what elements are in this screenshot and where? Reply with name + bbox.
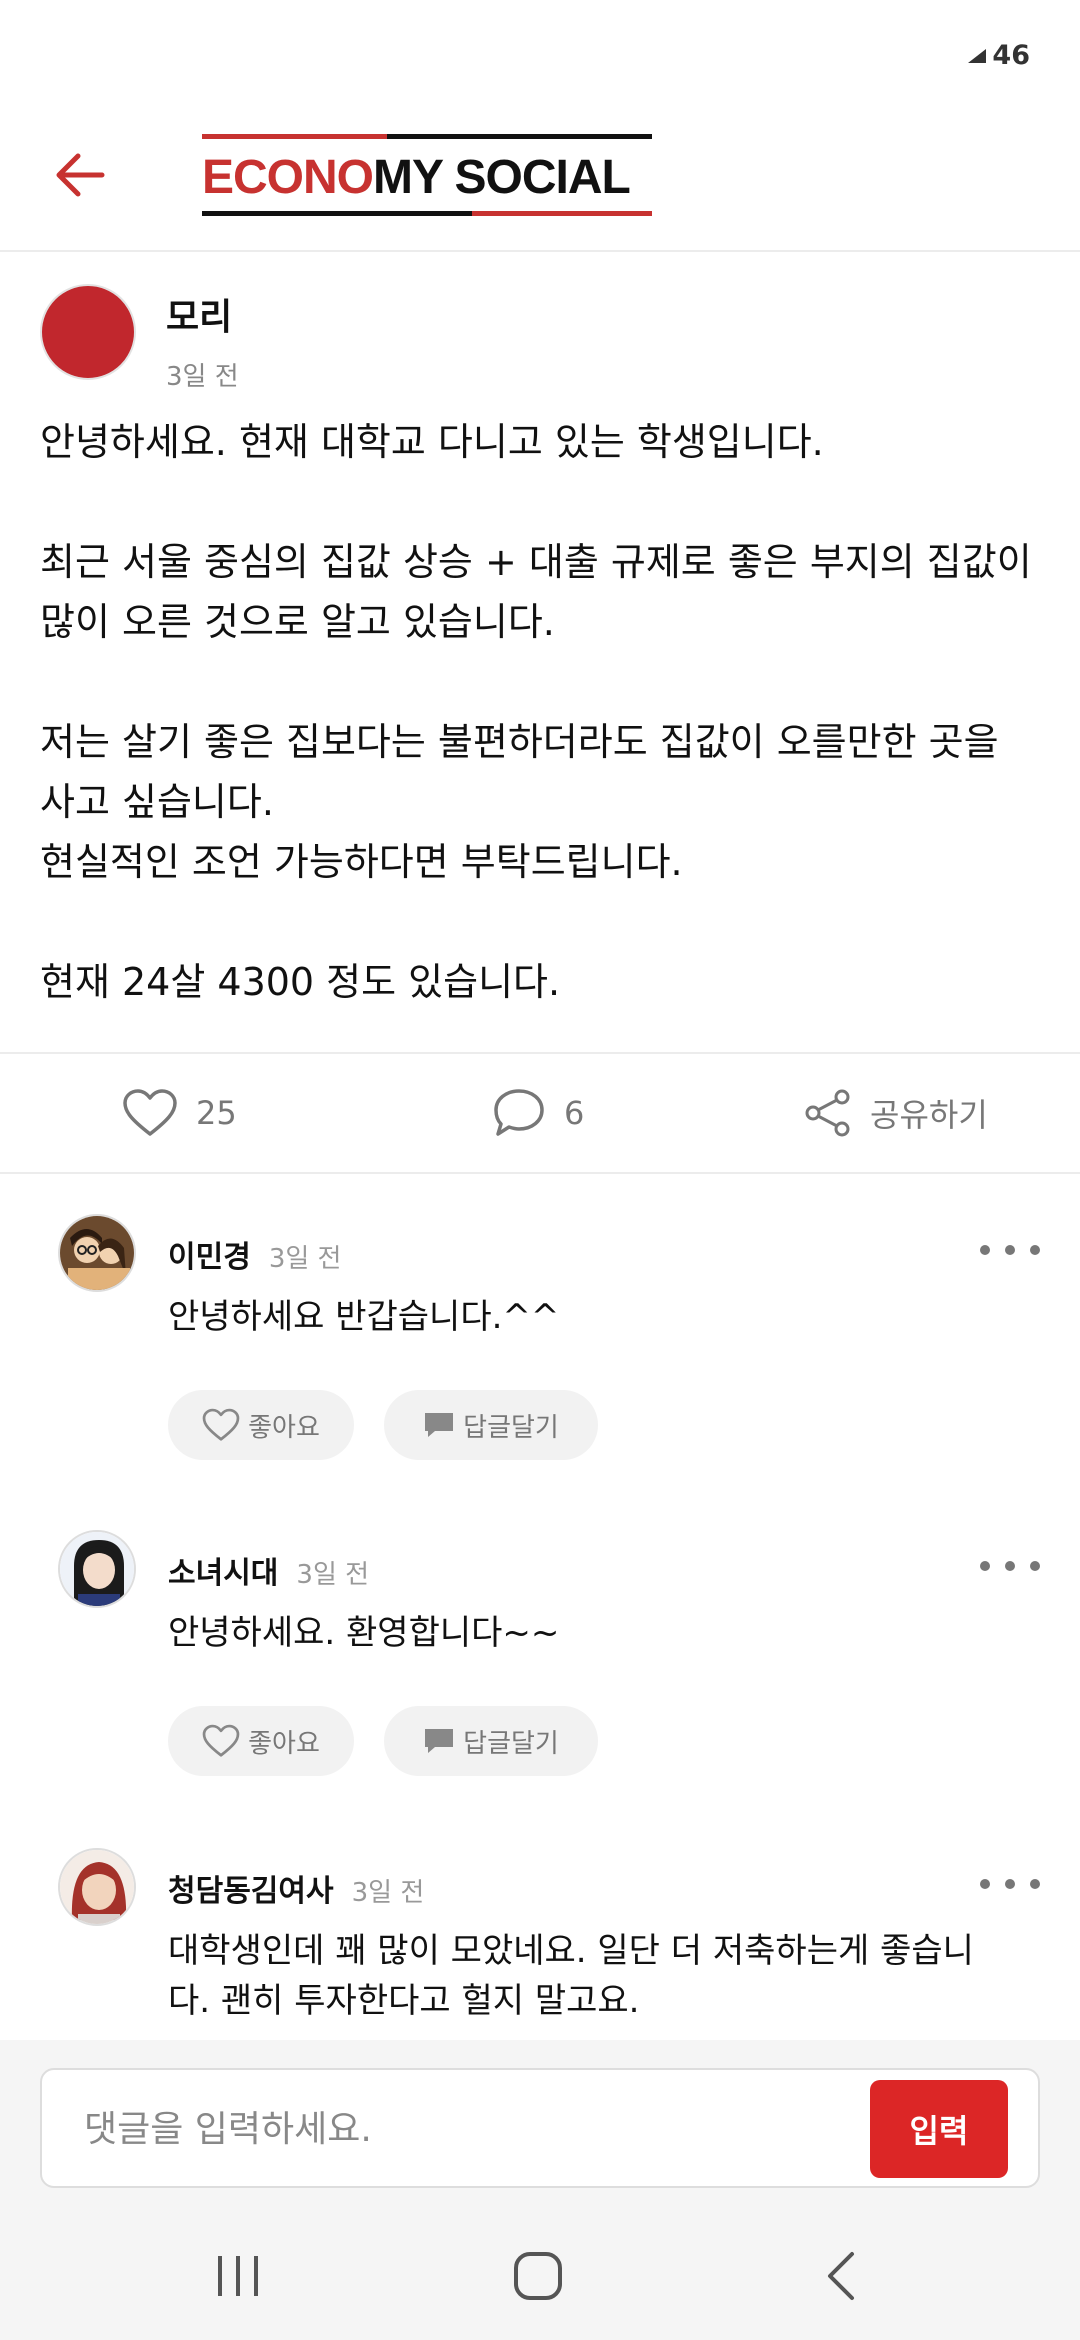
signal-label: 46 (992, 40, 1030, 71)
share-icon (805, 1089, 850, 1137)
signal-indicator: 46 (966, 40, 1030, 71)
back-arrow-icon (56, 153, 105, 197)
like-button[interactable]: 25 (122, 1054, 237, 1172)
chat-icon (425, 1729, 454, 1753)
commenter-avatar[interactable] (58, 1214, 136, 1292)
comment-time: 3일 전 (296, 1560, 370, 1590)
post-action-bar: 25 6 공유하기 (0, 1052, 1080, 1174)
recent-apps-button[interactable] (198, 2236, 278, 2316)
back-button[interactable] (50, 145, 110, 205)
author-avatar[interactable] (40, 284, 136, 380)
post-paragraph: 최근 서울 중심의 집값 상승 + 대출 규제로 좋은 부지의 집값이 많이 오… (40, 540, 1032, 644)
commenter-avatar[interactable] (58, 1530, 136, 1608)
comment-input-box: 입력 (40, 2068, 1040, 2188)
home-button[interactable] (498, 2236, 578, 2316)
share-button[interactable]: 공유하기 (804, 1054, 988, 1172)
post-paragraph: 현재 24살 4300 정도 있습니다. (40, 960, 561, 1004)
like-count: 25 (196, 1094, 237, 1132)
commenter-avatar[interactable] (58, 1848, 136, 1926)
comment-text: 안녕하세요. 환영합니다~~ (168, 1613, 560, 1653)
heart-icon (202, 1408, 240, 1441)
chat-icon (425, 1413, 454, 1437)
logo-econo: ECONO (202, 150, 374, 204)
comment-count: 6 (564, 1094, 585, 1132)
comment-input-area: 입력 (0, 2040, 1080, 2206)
status-bar: 46 (0, 0, 1080, 120)
post-paragraph: 현실적인 조언 가능하다면 부탁드립니다. (40, 840, 683, 884)
logo-rest: MY SOCIAL (373, 150, 631, 204)
share-label: 공유하기 (870, 1096, 988, 1134)
like-label: 좋아요 (248, 1728, 320, 1759)
more-options-button[interactable] (980, 1866, 1040, 1902)
post-time: 3일 전 (166, 362, 239, 392)
app-logo: ECONOMY SOCIAL (202, 134, 652, 216)
home-icon (514, 2252, 562, 2300)
post-paragraph: 저는 살기 좋은 집보다는 불편하더라도 집값이 오를만한 곳을 사고 싶습니다… (40, 720, 999, 824)
like-label: 좋아요 (248, 1412, 320, 1443)
comment-time: 3일 전 (351, 1878, 425, 1908)
more-dots-icon (980, 1245, 990, 1255)
post-body: 안녕하세요. 현재 대학교 다니고 있는 학생입니다. 최근 서울 중심의 집값… (40, 412, 1040, 1012)
heart-icon (202, 1724, 240, 1757)
more-dots-icon (980, 1561, 990, 1571)
comment-like-button[interactable]: 좋아요 (168, 1390, 354, 1460)
comment-time: 3일 전 (268, 1244, 342, 1274)
commenter-name[interactable]: 소녀시대 (168, 1548, 278, 1592)
post-paragraph: 안녕하세요. 현재 대학교 다니고 있는 학생입니다. (40, 420, 824, 464)
heart-icon (123, 1089, 177, 1136)
comment-like-button[interactable]: 좋아요 (168, 1706, 354, 1776)
reply-label: 답글달기 (463, 1412, 559, 1443)
system-nav-bar (0, 2206, 1080, 2340)
comment-reply-button[interactable]: 답글달기 (384, 1390, 598, 1460)
recent-apps-icon (218, 2256, 258, 2296)
comment-text: 대학생인데 꽤 많이 모았네요. 일단 더 저축하는게 좋습니다. 괜히 투자한… (168, 1931, 974, 2021)
comment-button[interactable]: 6 (492, 1054, 584, 1172)
post-author: 모리 3일 전 (40, 284, 239, 393)
comment-text: 안녕하세요 반갑습니다.^^ (168, 1297, 560, 1337)
app-header: ECONOMY SOCIAL (0, 120, 1080, 252)
more-options-button[interactable] (980, 1548, 1040, 1584)
reply-label: 답글달기 (463, 1728, 559, 1759)
commenter-name[interactable]: 청담동김여사 (168, 1866, 334, 1910)
comment-bubble-icon (494, 1089, 544, 1136)
comment-reply-button[interactable]: 답글달기 (384, 1706, 598, 1776)
submit-comment-button[interactable]: 입력 (870, 2080, 1008, 2178)
nav-back-icon (828, 2252, 854, 2300)
commenter-name[interactable]: 이민경 (168, 1232, 251, 1276)
signal-icon (968, 48, 987, 63)
author-name[interactable]: 모리 (166, 288, 239, 340)
more-options-button[interactable] (980, 1232, 1040, 1268)
nav-back-button[interactable] (802, 2236, 882, 2316)
more-dots-icon (980, 1879, 990, 1889)
comment-input[interactable] (82, 2100, 866, 2158)
